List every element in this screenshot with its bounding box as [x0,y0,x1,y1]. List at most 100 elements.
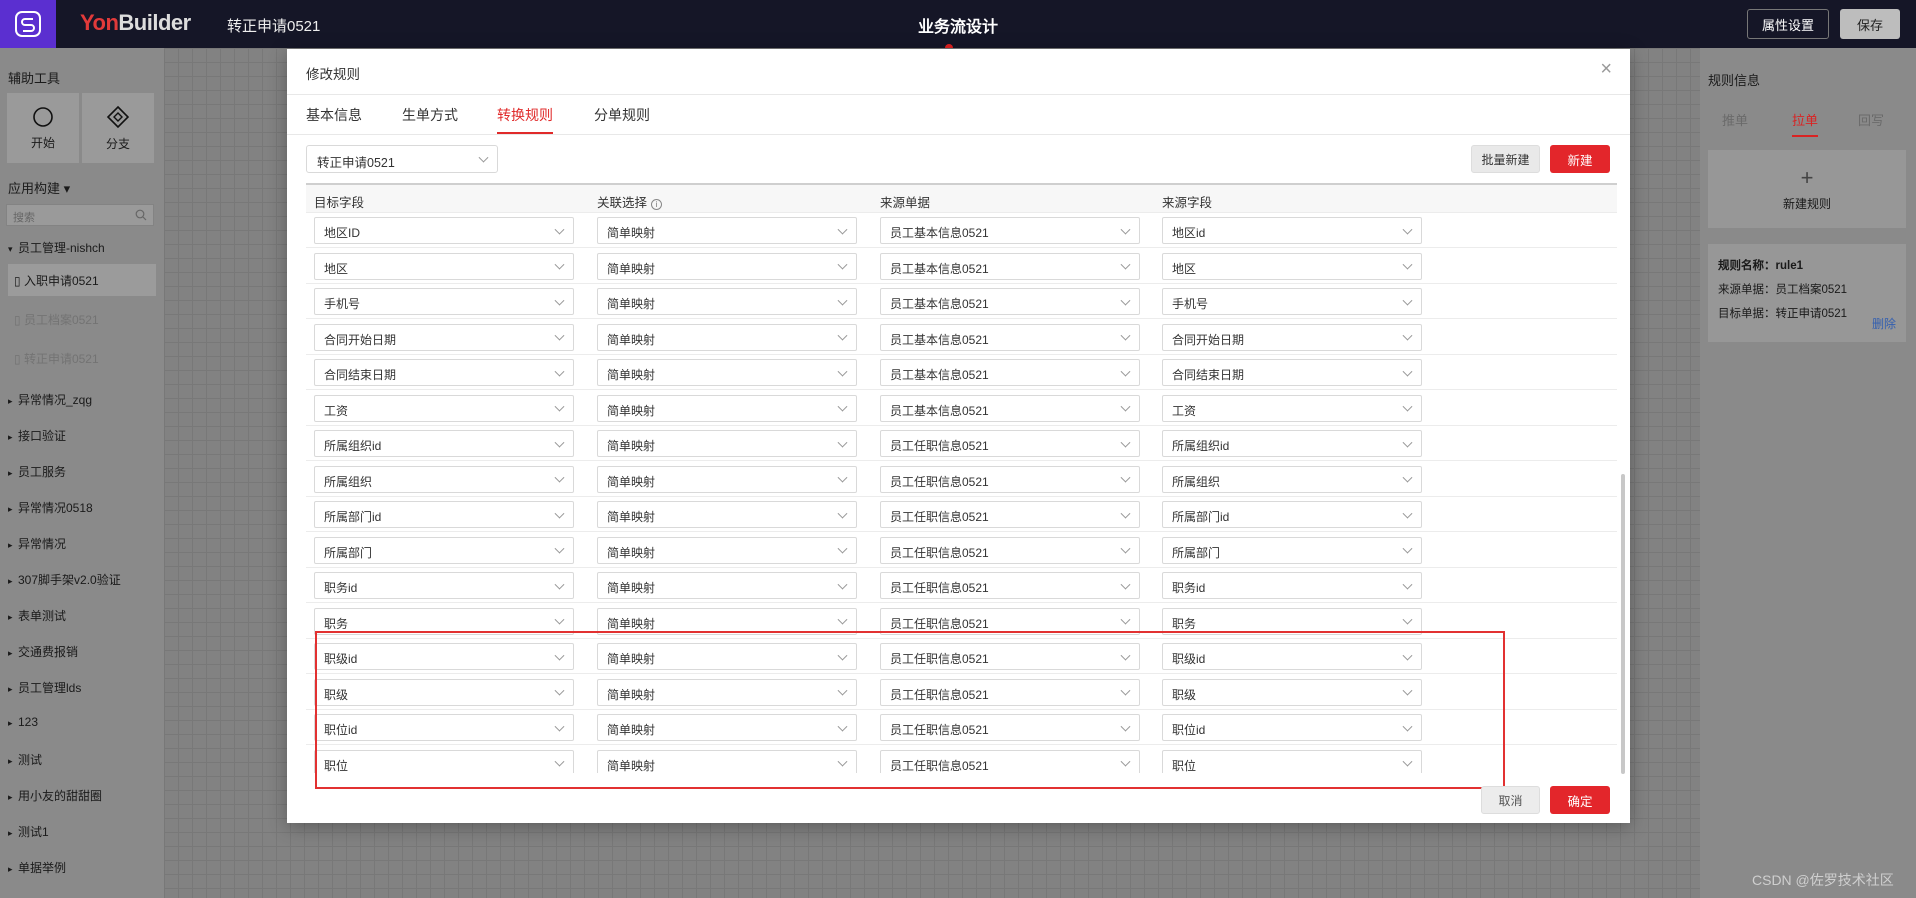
tool-start[interactable]: 开始 [6,92,80,164]
relation-select[interactable]: 简单映射 [597,607,857,635]
target-field-select[interactable]: 所属组织id [314,430,574,457]
relation-select[interactable]: 简单映射 [597,430,857,457]
search-input[interactable]: 搜索 [6,204,154,226]
source-doc-select[interactable]: 员工基本信息0521 [880,252,1140,280]
info-icon[interactable]: i [651,199,663,210]
cancel-button[interactable]: 取消 [1481,786,1540,814]
target-field-select[interactable]: 地区ID [314,217,574,244]
target-field-select[interactable]: 合同开始日期 [314,323,574,351]
source-doc-select[interactable]: 员工任职信息0521 [880,501,1140,528]
target-field-select[interactable]: 所属部门 [314,536,574,564]
source-doc-select[interactable]: 员工任职信息0521 [880,430,1140,457]
source-doc-select[interactable]: 员工任职信息0521 [880,714,1140,741]
app-logo[interactable] [0,0,56,48]
relation-select[interactable]: 简单映射 [597,501,857,528]
batch-new-button[interactable]: 批量新建 [1471,145,1540,173]
relation-select[interactable]: 简单映射 [597,323,857,351]
source-doc-select[interactable]: 员工任职信息0521 [880,536,1140,564]
target-field-select[interactable]: 职位 [314,749,574,773]
tree-group-open[interactable]: ▾ 员工管理-nishch [8,239,105,256]
source-doc-select[interactable]: 员工基本信息0521 [880,359,1140,386]
tree-group[interactable]: ▸ 异常情况0518 [8,499,93,516]
target-field-select[interactable]: 职务 [314,607,574,635]
tree-leaf[interactable]: ▯ 员工档案0521 [8,303,156,335]
tree-leaf[interactable]: ▯ 入职申请0521 [8,264,156,296]
source-doc-select[interactable]: 员工基本信息0521 [880,217,1140,244]
source-field-select[interactable]: 合同结束日期 [1162,359,1422,386]
tree-group[interactable]: ▸ 交通费报销 [8,643,78,660]
target-field-select[interactable]: 职级id [314,643,574,670]
new-button[interactable]: 新建 [1550,145,1610,173]
relation-select[interactable]: 简单映射 [597,359,857,386]
target-field-select[interactable]: 职位id [314,714,574,741]
tab-basic-info[interactable]: 基本信息 [306,105,362,125]
close-icon[interactable]: × [1600,59,1612,79]
source-field-select[interactable]: 职务 [1162,607,1422,635]
tree-group[interactable]: ▸ 异常情况_zqg [8,391,92,408]
source-doc-select[interactable]: 员工基本信息0521 [880,394,1140,422]
relation-select[interactable]: 简单映射 [597,252,857,280]
target-field-select[interactable]: 所属组织 [314,465,574,493]
source-field-select[interactable]: 手机号 [1162,288,1422,315]
tab-pull[interactable]: 拉单 [1792,110,1819,137]
relation-select[interactable]: 简单映射 [597,288,857,315]
delete-link[interactable]: 删除 [1872,312,1896,336]
property-settings-button[interactable]: 属性设置 [1747,9,1829,39]
confirm-button[interactable]: 确定 [1550,786,1610,814]
source-field-select[interactable]: 职位id [1162,714,1422,741]
relation-select[interactable]: 简单映射 [597,536,857,564]
tree-group[interactable]: ▸ 123 [8,715,38,729]
tree-group[interactable]: ▸ 测试 [8,751,42,768]
source-doc-select[interactable]: 员工任职信息0521 [880,678,1140,706]
new-rule-button[interactable]: + 新建规则 [1708,150,1906,228]
relation-select[interactable]: 简单映射 [597,714,857,741]
source-field-select[interactable]: 工资 [1162,394,1422,422]
source-field-select[interactable]: 职位 [1162,749,1422,773]
tab-conversion-rules[interactable]: 转换规则 [497,105,553,134]
source-field-select[interactable]: 所属部门 [1162,536,1422,564]
source-field-select[interactable]: 地区id [1162,217,1422,244]
target-field-select[interactable]: 职级 [314,678,574,706]
relation-select[interactable]: 简单映射 [597,643,857,670]
source-field-select[interactable]: 合同开始日期 [1162,323,1422,351]
tree-group[interactable]: ▸ 单据举例 [8,859,66,876]
tree-group[interactable]: ▸ 异常情况 [8,535,66,552]
scrollbar[interactable] [1621,474,1625,774]
tab-generate-mode[interactable]: 生单方式 [402,105,458,125]
tab-split-rules[interactable]: 分单规则 [594,105,650,125]
source-field-select[interactable]: 所属组织id [1162,430,1422,457]
target-field-select[interactable]: 手机号 [314,288,574,315]
relation-select[interactable]: 简单映射 [597,217,857,244]
tree-group[interactable]: ▸ 员工管理lds [8,679,81,696]
source-field-select[interactable]: 所属部门id [1162,501,1422,528]
relation-select[interactable]: 简单映射 [597,394,857,422]
tab-writeback[interactable]: 回写 [1858,110,1884,129]
source-doc-select[interactable]: 员工任职信息0521 [880,465,1140,493]
target-doc-select[interactable]: 转正申请0521 [306,145,498,173]
tree-group[interactable]: ▸ 员工服务 [8,463,66,480]
target-field-select[interactable]: 地区 [314,252,574,280]
relation-select[interactable]: 简单映射 [597,572,857,599]
source-doc-select[interactable]: 员工任职信息0521 [880,749,1140,773]
rule-card[interactable]: 规则名称：rule1 来源单据：员工档案0521 目标单据：转正申请0521 删… [1708,244,1906,342]
tree-leaf[interactable]: ▯ 转正申请0521 [8,342,156,374]
app-build-dropdown[interactable]: 应用构建 ▾ [8,178,70,197]
target-field-select[interactable]: 所属部门id [314,501,574,528]
tree-group[interactable]: ▸ 表单测试 [8,607,66,624]
source-doc-select[interactable]: 员工任职信息0521 [880,572,1140,599]
save-button[interactable]: 保存 [1840,9,1900,39]
tree-group[interactable]: ▸ 测试1 [8,823,49,840]
target-field-select[interactable]: 合同结束日期 [314,359,574,386]
source-doc-select[interactable]: 员工任职信息0521 [880,607,1140,635]
source-field-select[interactable]: 地区 [1162,252,1422,280]
tree-group[interactable]: ▸ 接口验证 [8,427,66,444]
source-field-select[interactable]: 职务id [1162,572,1422,599]
relation-select[interactable]: 简单映射 [597,465,857,493]
source-doc-select[interactable]: 员工任职信息0521 [880,643,1140,670]
relation-select[interactable]: 简单映射 [597,678,857,706]
target-field-select[interactable]: 工资 [314,394,574,422]
relation-select[interactable]: 简单映射 [597,749,857,773]
tab-push[interactable]: 推单 [1722,110,1748,129]
tool-branch[interactable]: 分支 [81,92,155,164]
tree-group[interactable]: ▸ 307脚手架v2.0验证 [8,571,121,588]
